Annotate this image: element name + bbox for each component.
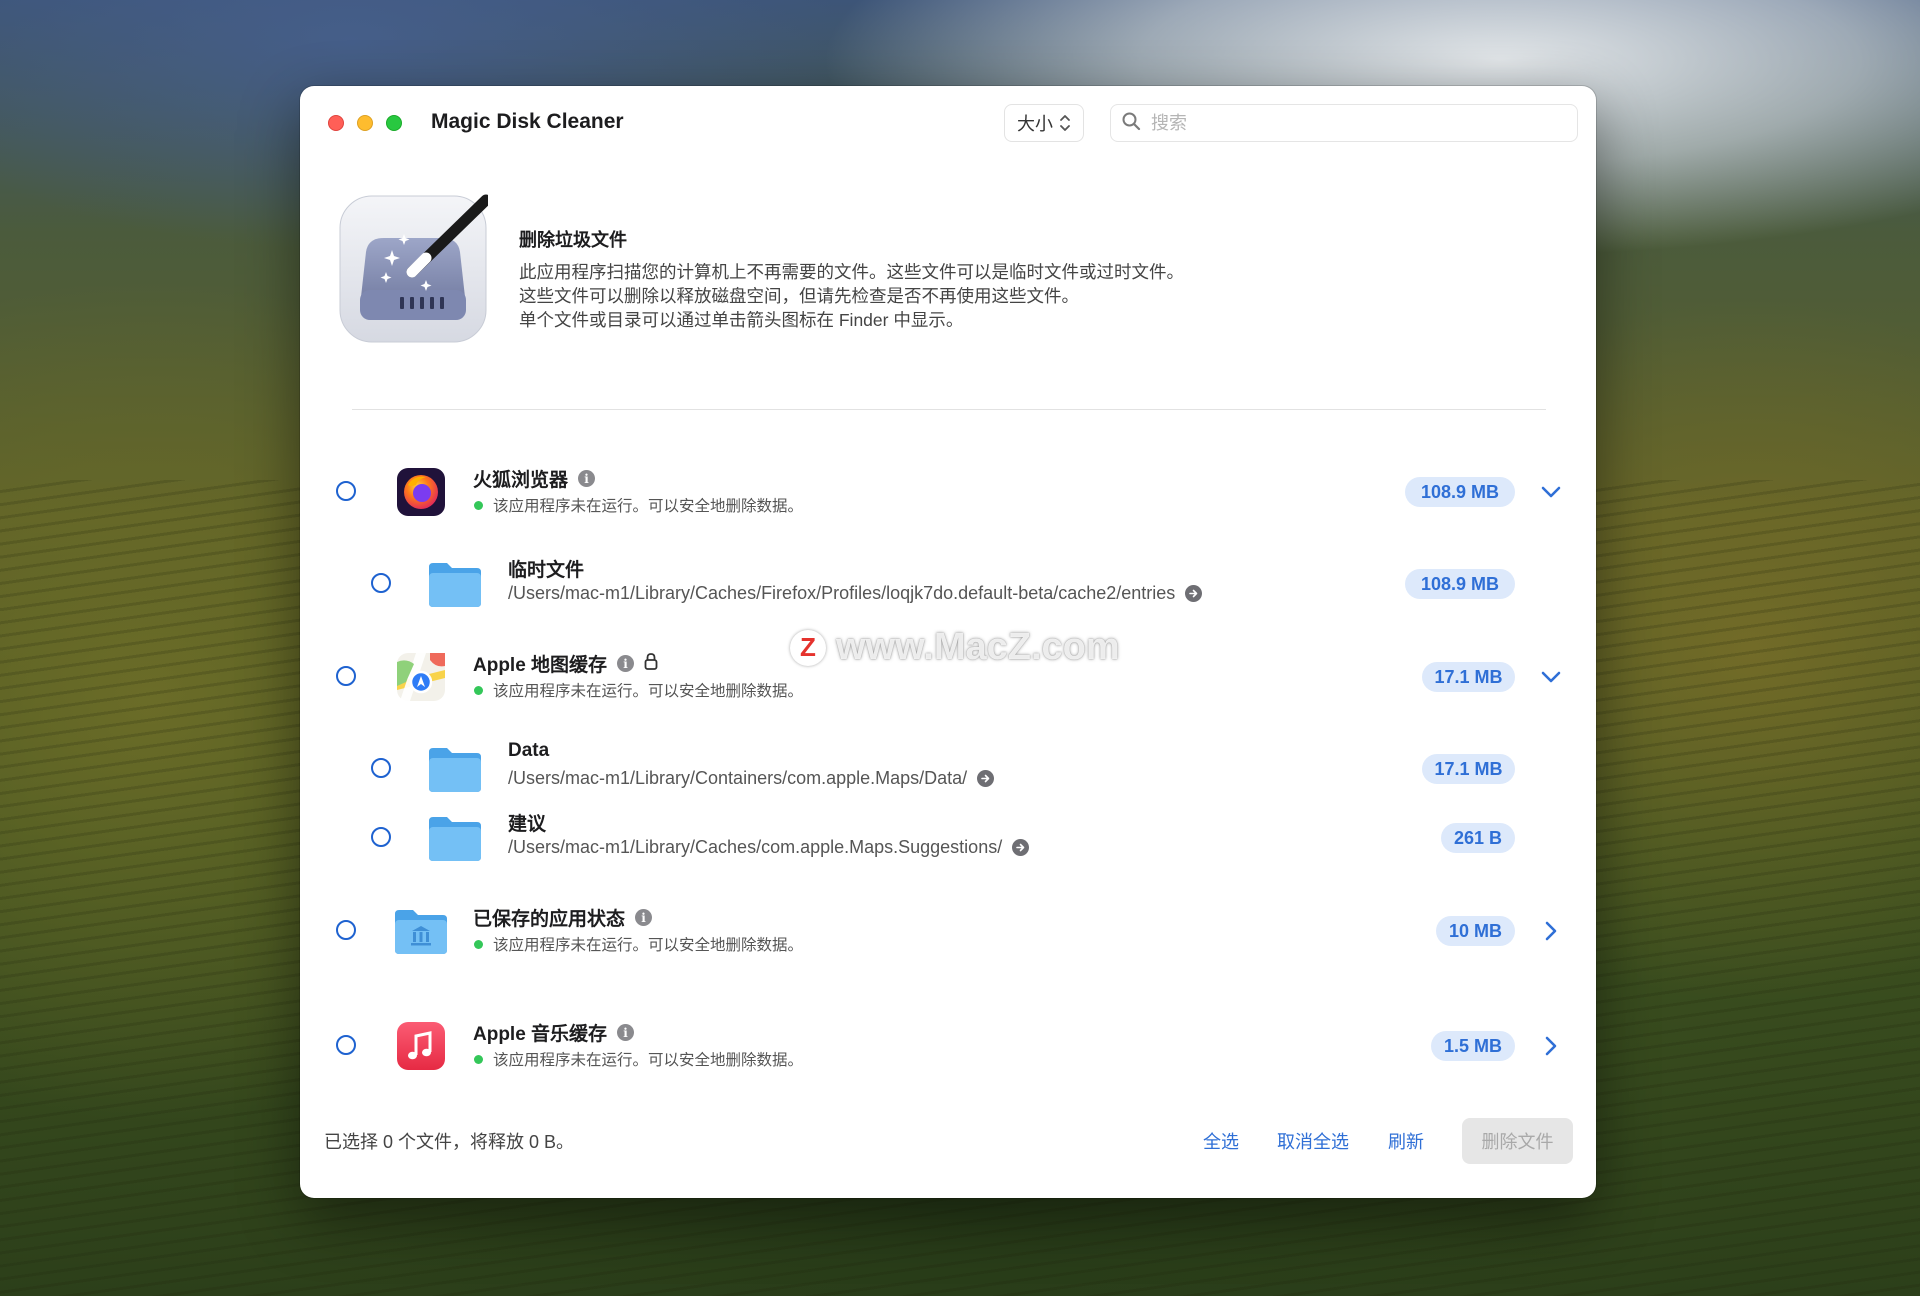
up-down-chevron-icon [1059,113,1071,133]
select-radio[interactable] [371,758,391,778]
size-badge: 108.9 MB [1405,477,1515,507]
path-text: /Users/mac-m1/Library/Containers/com.app… [508,768,968,788]
status-ok-dot-icon [474,685,483,695]
size-badge: 17.1 MB [1422,754,1515,784]
description-line: 这些文件可以删除以释放磁盘空间，但请先检查是否不再使用这些文件。 [519,286,1079,306]
search-icon [1121,111,1141,136]
item-name: 火狐浏览器 [473,470,569,491]
search-input[interactable] [1149,111,1563,135]
select-all-button[interactable]: 全选 [1203,1128,1239,1154]
reveal-in-finder-arrow-icon[interactable] [1185,585,1203,602]
item-title: Apple 音乐缓存 i [473,1019,635,1046]
sub-item-name: Data [508,740,550,761]
path-text: /Users/mac-m1/Library/Caches/com.apple.M… [508,837,1003,857]
status-text: 该应用程序未在运行。可以安全地删除数据。 [493,937,804,954]
lock-icon [644,652,658,676]
list-item-apple-music: Apple 音乐缓存 i 该应用程序未在运行。可以安全地删除数据。 1.5 MB [300,1011,1596,1081]
deselect-all-button[interactable]: 取消全选 [1277,1128,1349,1154]
size-badge: 108.9 MB [1405,569,1515,599]
sub-item-path: /Users/mac-m1/Library/Containers/com.app… [508,768,995,789]
select-radio[interactable] [336,481,356,501]
info-icon[interactable]: i [578,470,596,487]
description-line: 此应用程序扫描您的计算机上不再需要的文件。这些文件可以是临时文件或过时文件。 [519,262,1184,282]
list-item-saved-app-state: 已保存的应用状态 i 该应用程序未在运行。可以安全地删除数据。 10 MB [300,896,1596,966]
folder-icon [427,559,483,609]
magic-disk-cleaner-app-icon [338,194,492,344]
sub-list-item-maps-data: Data /Users/mac-m1/Library/Containers/co… [300,734,1596,804]
status-text: 该应用程序未在运行。可以安全地删除数据。 [493,498,804,515]
close-window-button[interactable] [328,115,344,131]
apple-maps-icon [396,652,446,702]
info-icon[interactable]: i [635,909,653,926]
chevron-down-icon[interactable] [1539,480,1563,504]
refresh-button[interactable]: 刷新 [1388,1128,1424,1154]
info-icon[interactable]: i [617,655,635,672]
sub-list-item-temp-files: 临时文件 /Users/mac-m1/Library/Caches/Firefo… [300,549,1596,619]
path-text: /Users/mac-m1/Library/Caches/Firefox/Pro… [508,583,1176,603]
select-radio[interactable] [336,666,356,686]
selection-summary: 已选择 0 个文件，将释放 0 B。 [324,1132,575,1152]
header-divider [352,409,1546,410]
status-ok-dot-icon [474,939,483,949]
item-title: 火狐浏览器 i [473,465,596,492]
item-title: Apple 地图缓存 i [473,650,658,677]
sort-dropdown-label: 大小 [1017,114,1053,134]
description-line: 单个文件或目录可以通过单击箭头图标在 Finder 中显示。 [519,310,964,330]
item-status: 该应用程序未在运行。可以安全地删除数据。 [474,494,803,516]
minimize-window-button[interactable] [357,115,373,131]
item-title: 已保存的应用状态 i [473,904,653,931]
list-item-firefox: 火狐浏览器 i 该应用程序未在运行。可以安全地删除数据。 108.9 MB [300,457,1596,527]
sort-dropdown[interactable]: 大小 [1004,104,1084,142]
select-radio[interactable] [371,827,391,847]
item-name: Apple 音乐缓存 [473,1024,608,1045]
header-description: 此应用程序扫描您的计算机上不再需要的文件。这些文件可以是临时文件或过时文件。 这… [519,260,1184,332]
app-window: Magic Disk Cleaner 大小 搜索 删除垃圾文件 此应用程序扫描您… [300,86,1596,1198]
item-status: 该应用程序未在运行。可以安全地删除数据。 [474,933,803,955]
sub-item-path: /Users/mac-m1/Library/Caches/com.apple.M… [508,837,1030,858]
item-name: 已保存的应用状态 [473,909,626,930]
search-field[interactable] [1110,104,1578,142]
info-icon[interactable]: i [617,1024,635,1041]
firefox-icon [396,467,446,517]
reveal-in-finder-arrow-icon[interactable] [1012,839,1030,856]
reveal-in-finder-arrow-icon[interactable] [977,770,995,787]
select-radio[interactable] [371,573,391,593]
chevron-right-icon[interactable] [1539,919,1563,943]
title-bar: Magic Disk Cleaner 大小 [300,86,1596,150]
status-text: 该应用程序未在运行。可以安全地删除数据。 [493,1052,804,1069]
item-status: 该应用程序未在运行。可以安全地删除数据。 [474,679,803,701]
status-text: 该应用程序未在运行。可以安全地删除数据。 [493,683,804,700]
delete-files-button[interactable]: 删除文件 [1462,1118,1573,1164]
chevron-right-icon[interactable] [1539,1034,1563,1058]
sub-item-path: /Users/mac-m1/Library/Caches/Firefox/Pro… [508,583,1203,604]
status-ok-dot-icon [474,1054,483,1064]
item-name: Apple 地图缓存 [473,655,608,676]
size-badge: 1.5 MB [1431,1031,1515,1061]
size-badge: 261 B [1441,823,1515,853]
apple-music-icon [396,1021,446,1071]
select-radio[interactable] [336,1035,356,1055]
list-item-apple-maps: Apple 地图缓存 i 该应用程序未在运行。可以安全地删除数据。 17.1 M… [300,642,1596,712]
sub-list-item-maps-suggestions: 建议 /Users/mac-m1/Library/Caches/com.appl… [300,803,1596,873]
folder-icon [427,813,483,863]
saved-state-folder-icon [393,906,449,956]
header-heading: 删除垃圾文件 [519,230,627,250]
size-badge: 17.1 MB [1422,662,1515,692]
status-ok-dot-icon [474,500,483,510]
folder-icon [427,744,483,794]
select-radio[interactable] [336,920,356,940]
item-status: 该应用程序未在运行。可以安全地删除数据。 [474,1048,803,1070]
zoom-window-button[interactable] [386,115,402,131]
chevron-down-icon[interactable] [1539,665,1563,689]
sub-item-name: 建议 [508,814,547,835]
window-title: Magic Disk Cleaner [431,110,624,133]
sub-item-name: 临时文件 [508,560,585,581]
size-badge: 10 MB [1436,916,1515,946]
